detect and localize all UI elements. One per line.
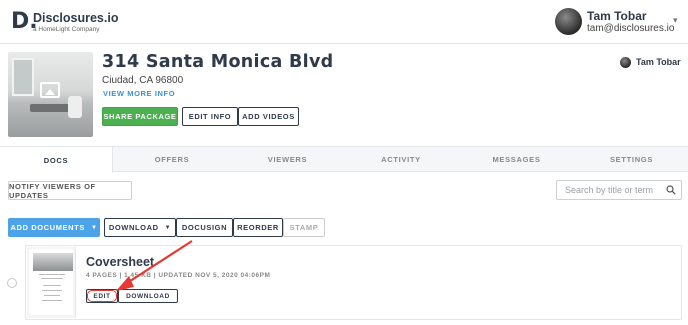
thumbnail-line [43, 285, 61, 286]
user-name[interactable]: Tam Tobar [587, 9, 647, 23]
edit-highlight-annotation [87, 290, 117, 302]
document-select-radio[interactable] [7, 278, 17, 288]
thumbnail-page [29, 249, 73, 315]
property-address: 314 Santa Monica Blvd [102, 52, 334, 72]
tab-activity[interactable]: ACTIVITY [344, 147, 458, 172]
user-avatar[interactable] [555, 8, 582, 35]
thumbnail-line [42, 300, 62, 301]
photo-window [12, 58, 34, 96]
app-tagline: a HomeLight Company [33, 26, 100, 33]
download-label: DOWNLOAD [108, 223, 159, 232]
caret-down-icon: ▼ [164, 224, 172, 231]
download-dropdown-button[interactable]: DOWNLOAD ▼ [104, 218, 176, 237]
image-icon [40, 82, 60, 98]
app-name[interactable]: Disclosures.io [33, 11, 118, 25]
add-documents-label: ADD DOCUMENTS [10, 223, 85, 232]
agent-avatar [620, 57, 631, 68]
document-thumbnail[interactable] [27, 247, 76, 318]
caret-down-icon: ▼ [90, 224, 98, 231]
agent-name: Tam Tobar [636, 57, 681, 67]
document-title[interactable]: Coversheet [86, 255, 154, 269]
thumbnail-photo [33, 253, 73, 271]
search-placeholder: Search by title or term [565, 185, 654, 195]
edit-info-button[interactable]: EDIT INFO [182, 107, 238, 126]
notify-viewers-button[interactable]: NOTIFY VIEWERS OF UPDATES [8, 181, 132, 200]
chevron-down-icon[interactable]: ▾ [673, 15, 678, 26]
tab-settings[interactable]: SETTINGS [575, 147, 688, 172]
view-more-info-link[interactable]: VIEW MORE INFO [103, 89, 175, 98]
share-package-button[interactable]: SHARE PACKAGE [102, 107, 178, 126]
add-documents-button[interactable]: ADD DOCUMENTS ▼ [8, 218, 100, 237]
thumbnail-line [42, 290, 62, 291]
property-city: Ciudad, CA 96800 [102, 75, 184, 86]
tab-messages[interactable]: MESSAGES [458, 147, 575, 172]
property-photo[interactable] [8, 52, 93, 137]
user-email[interactable]: tam@disclosures.io [587, 23, 674, 34]
document-meta: 4 PAGES | 1.45 KB | UPDATED NOV 5, 2020 … [86, 272, 271, 279]
search-input[interactable]: Search by title or term [556, 180, 682, 200]
thumbnail-line [41, 278, 63, 279]
add-videos-button[interactable]: ADD VIDEOS [238, 107, 299, 126]
stamp-button[interactable]: STAMP [283, 218, 325, 237]
tab-docs[interactable]: DOCS [0, 147, 113, 173]
photo-chair [68, 96, 82, 118]
tab-bar: DOCS OFFERS VIEWERS ACTIVITY MESSAGES SE… [0, 146, 688, 173]
docusign-button[interactable]: DOCUSIGN [176, 218, 233, 237]
tab-offers[interactable]: OFFERS [113, 147, 231, 172]
search-icon[interactable] [666, 185, 676, 195]
tab-viewers[interactable]: VIEWERS [231, 147, 344, 172]
thumbnail-line [44, 295, 60, 296]
thumbnail-line [39, 274, 65, 275]
download-document-button[interactable]: DOWNLOAD [118, 289, 178, 303]
reorder-button[interactable]: REORDER [233, 218, 283, 237]
